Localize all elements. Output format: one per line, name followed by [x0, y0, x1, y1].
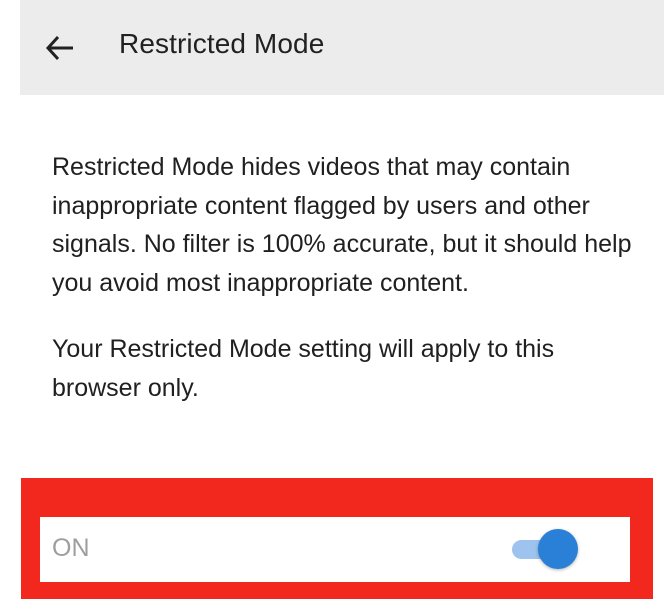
switch-thumb[interactable]	[538, 529, 578, 569]
scope-note: Your Restricted Mode setting will apply …	[52, 335, 555, 402]
page-title: Restricted Mode	[119, 28, 325, 59]
app-header: Restricted Mode	[20, 0, 664, 95]
toggle-label: ON	[52, 534, 90, 562]
back-button[interactable]	[38, 28, 82, 68]
restricted-mode-switch[interactable]	[508, 529, 582, 569]
description-paragraph: Restricted Mode hides videos that may co…	[52, 153, 632, 297]
restricted-mode-toggle-row[interactable]: ON	[40, 517, 630, 582]
arrow-left-icon	[45, 35, 73, 61]
description: Restricted Mode hides videos that may co…	[52, 148, 632, 407]
restricted-mode-page: Restricted Mode Restricted Mode hides vi…	[0, 0, 664, 599]
